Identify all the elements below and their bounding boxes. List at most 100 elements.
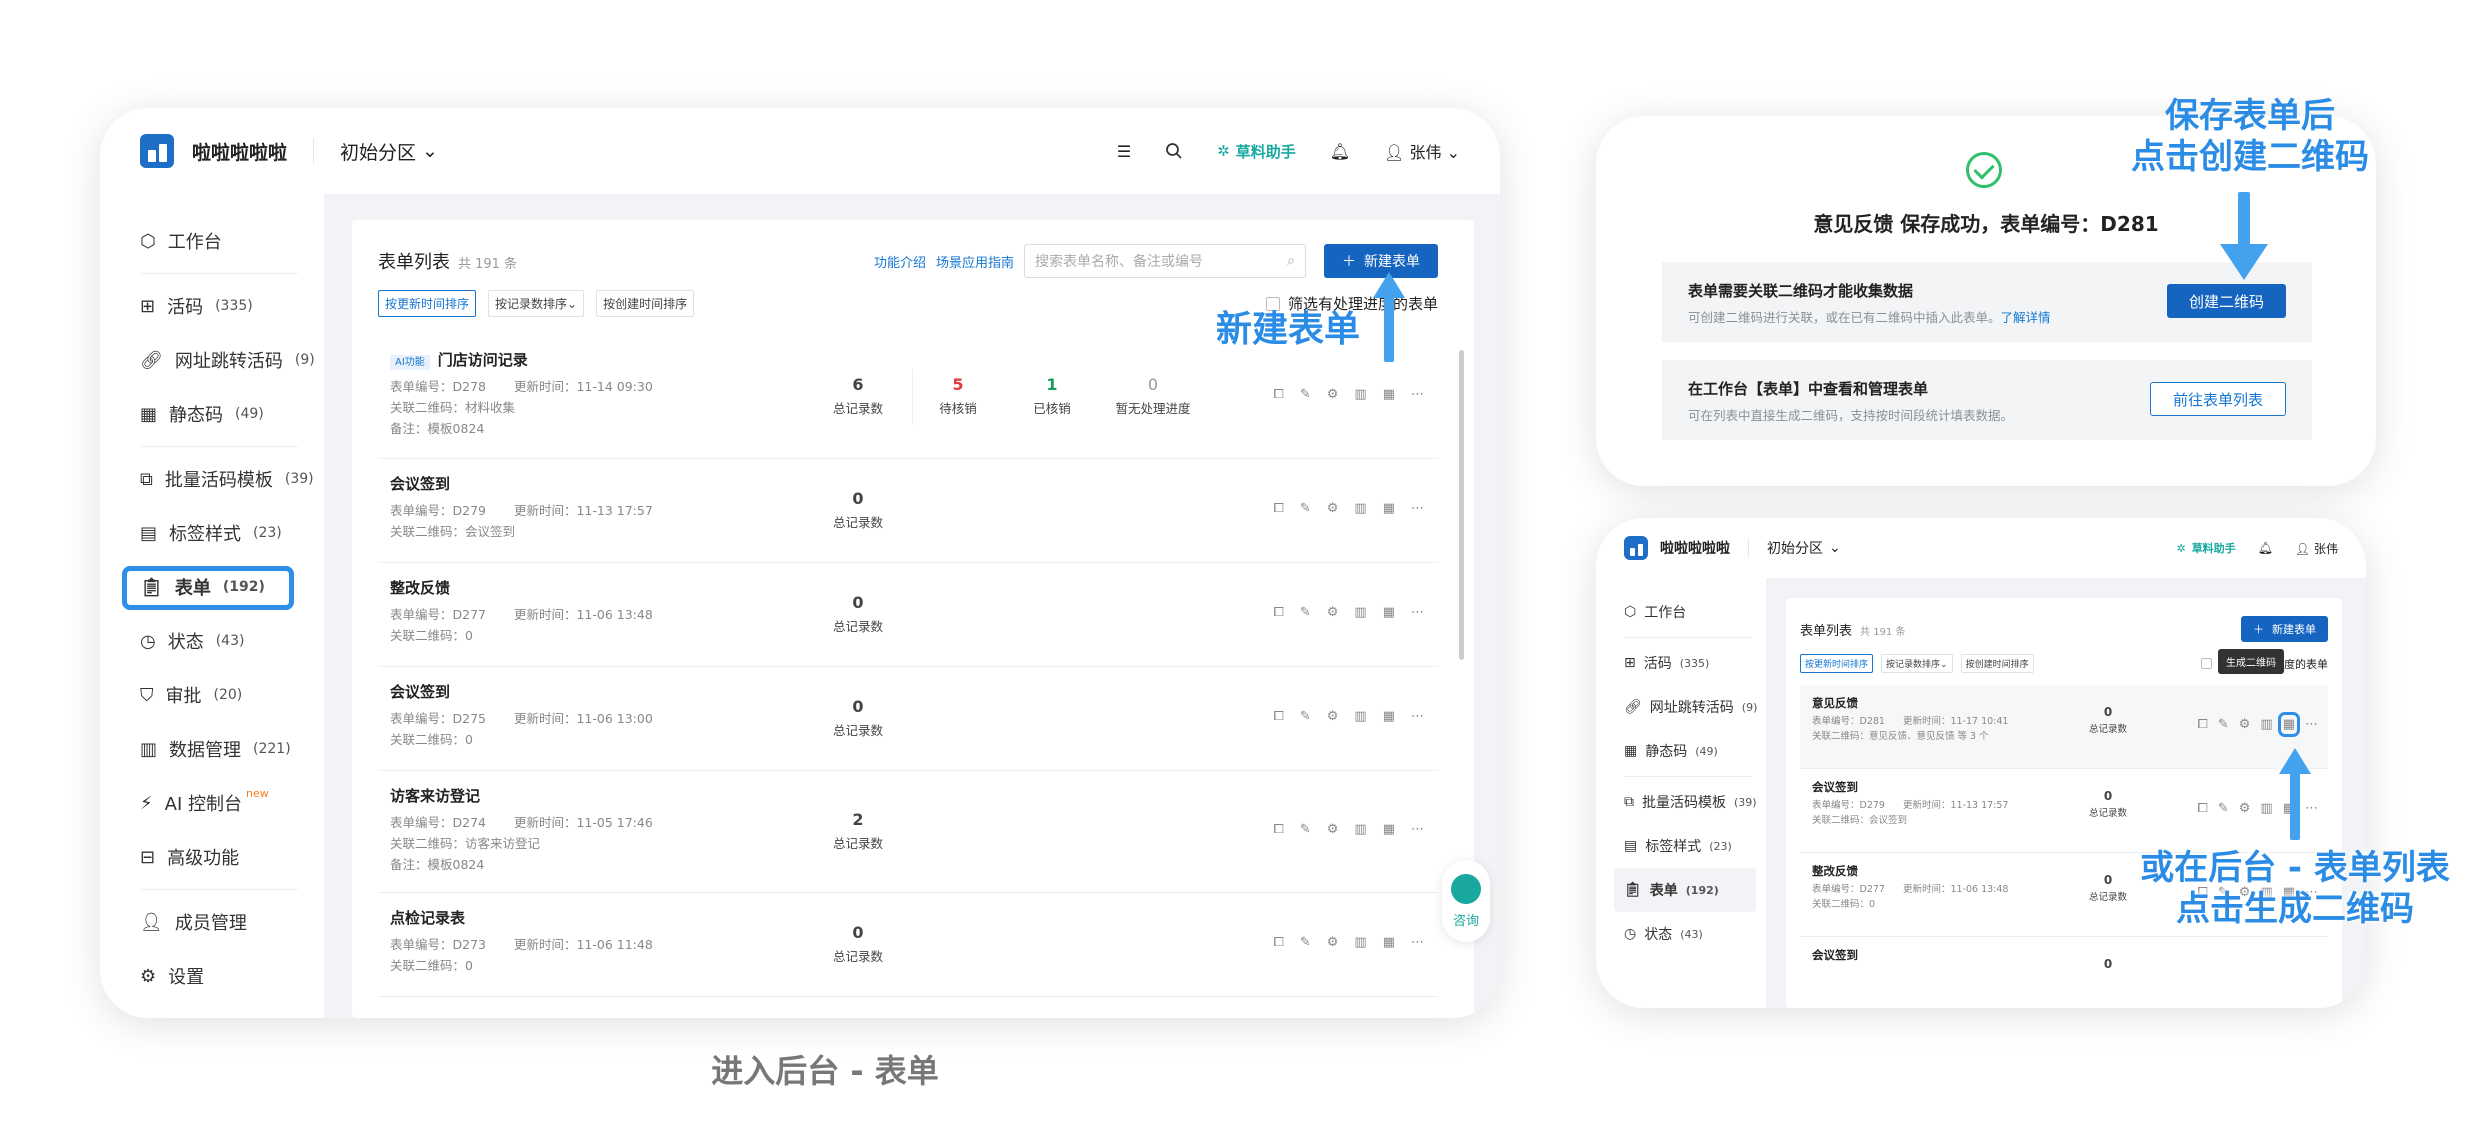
- sidebar-item-url-code[interactable]: 🔗︎ 网址跳转活码 (9): [130, 333, 324, 387]
- assistant-button[interactable]: ✲ 草料助手: [1217, 141, 1296, 162]
- assistant-button[interactable]: ✲ 草料助手: [2176, 540, 2235, 556]
- table-row[interactable]: AI功能 门店访问记录 表单编号：D278 更新时间：11-14 09:30 关联二…: [378, 335, 1438, 459]
- stats-icon[interactable]: ▥: [1354, 501, 1366, 516]
- sort-by-count-button[interactable]: 按记录数排序⌄: [488, 290, 585, 317]
- search-input[interactable]: 搜索表单名称、备注或编号 ⌕: [1024, 244, 1306, 278]
- learn-more-link[interactable]: 了解详情: [2001, 310, 2051, 325]
- filter-checkbox[interactable]: [2201, 658, 2212, 669]
- sort-by-update-button[interactable]: 按更新时间排序: [378, 290, 477, 317]
- qr-code-icon[interactable]: ▦: [1383, 709, 1395, 724]
- sort-by-created-button[interactable]: 按创建时间排序: [1960, 654, 2034, 673]
- edit-icon[interactable]: ✎: [1300, 709, 1311, 724]
- settings-icon[interactable]: ⚙︎: [1327, 501, 1339, 516]
- sidebar-item-url-code[interactable]: 🔗︎ 网址跳转活码 (9): [1614, 685, 1766, 729]
- go-to-list-button[interactable]: 前往表单列表: [2149, 382, 2286, 416]
- stats-icon[interactable]: ▥: [2260, 801, 2272, 816]
- scrollbar[interactable]: [1459, 350, 1464, 660]
- preview-icon[interactable]: ⧠: [1273, 387, 1283, 402]
- qr-code-icon[interactable]: ▦: [1383, 822, 1395, 837]
- table-row[interactable]: 会议签到 表单编号：D279 更新时间：11-13 17:57 关联二维码：会议签…: [1800, 769, 2328, 853]
- sidebar-item-batch-template[interactable]: ⧉ 批量活码模板 (39): [1614, 780, 1766, 824]
- edit-icon[interactable]: ✎: [1300, 387, 1311, 402]
- settings-icon[interactable]: ⚙︎: [2239, 717, 2251, 732]
- table-row[interactable]: 点检记录表 表单编号：D273 更新时间：11-06 11:48 关联二维码：0 …: [378, 893, 1438, 997]
- sidebar-item-label-style[interactable]: ▤ 标签样式 (23): [1614, 824, 1766, 868]
- more-icon[interactable]: ⋯: [2305, 717, 2318, 732]
- user-menu[interactable]: 👤︎ 张伟 ⌄: [1384, 139, 1460, 163]
- preview-icon[interactable]: ⧠: [1273, 605, 1283, 620]
- sidebar-item-static-code[interactable]: ▦ 静态码 (49): [1614, 729, 1766, 773]
- settings-icon[interactable]: ⚙︎: [2239, 801, 2251, 816]
- qr-code-icon[interactable]: ▦: [1383, 501, 1395, 516]
- settings-icon[interactable]: ⚙︎: [1327, 822, 1339, 837]
- sort-by-count-button[interactable]: 按记录数排序⌄: [1881, 654, 1953, 673]
- more-icon[interactable]: ⋯: [1411, 709, 1424, 724]
- preview-icon[interactable]: ⧠: [2197, 717, 2207, 732]
- more-icon[interactable]: ⋯: [1411, 935, 1424, 950]
- menu-icon[interactable]: ☰: [1117, 142, 1131, 161]
- table-row[interactable]: 会议签到 0: [1800, 937, 2328, 1008]
- stats-icon[interactable]: ▥: [1354, 935, 1366, 950]
- more-icon[interactable]: ⋯: [1411, 605, 1424, 620]
- table-row[interactable]: 意见反馈 表单编号：D281 更新时间：11-17 10:41 关联二维码：意见反…: [1800, 649, 2328, 769]
- new-form-button[interactable]: ＋ 新建表单: [2241, 616, 2328, 642]
- more-icon[interactable]: ⋯: [1411, 387, 1424, 402]
- stats-icon[interactable]: ▥: [1354, 709, 1366, 724]
- preview-icon[interactable]: ⧠: [1273, 501, 1283, 516]
- preview-icon[interactable]: ⧠: [1273, 709, 1283, 724]
- edit-icon[interactable]: ✎: [2218, 717, 2229, 732]
- stats-icon[interactable]: ▥: [1354, 605, 1366, 620]
- table-row[interactable]: 访客来访登记 表单编号：D274 更新时间：11-05 17:46 关联二维码：访…: [378, 771, 1438, 893]
- consult-button[interactable]: 咨询: [1442, 860, 1490, 942]
- table-row[interactable]: 会议签到 表单编号：D275 更新时间：11-06 13:00 关联二维码：0 0…: [378, 667, 1438, 771]
- preview-icon[interactable]: ⧠: [1273, 935, 1283, 950]
- generate-qr-icon[interactable]: ▦: [2277, 711, 2301, 737]
- edit-icon[interactable]: ✎: [1300, 605, 1311, 620]
- settings-icon[interactable]: ⚙︎: [1327, 387, 1339, 402]
- sidebar-item-status[interactable]: ◷ 状态 (43): [130, 614, 324, 668]
- user-menu[interactable]: 👤︎ 张伟: [2295, 540, 2338, 557]
- sidebar-item-ai-console[interactable]: ⚡︎ AI 控制台 new: [130, 776, 324, 830]
- settings-icon[interactable]: ⚙︎: [1327, 605, 1339, 620]
- more-icon[interactable]: ⋯: [1411, 501, 1424, 516]
- search-icon[interactable]: [1165, 142, 1183, 160]
- preview-icon[interactable]: ⧠: [1273, 822, 1283, 837]
- settings-icon[interactable]: ⚙︎: [1327, 935, 1339, 950]
- sidebar-item-live-code[interactable]: ⊞ 活码 (335): [1614, 641, 1766, 685]
- sidebar-item-status[interactable]: ◷ 状态 (43): [1614, 912, 1766, 956]
- edit-icon[interactable]: ✎: [1300, 501, 1311, 516]
- qr-code-icon[interactable]: ▦: [1383, 387, 1395, 402]
- edit-icon[interactable]: ✎: [2218, 801, 2229, 816]
- intro-link[interactable]: 功能介绍: [874, 252, 926, 271]
- qr-code-icon[interactable]: ▦: [1383, 935, 1395, 950]
- zone-selector[interactable]: 初始分区 ⌄: [1767, 538, 1841, 558]
- sidebar-item-forms[interactable]: 📋︎ 表单 (192): [122, 560, 324, 614]
- more-icon[interactable]: ⋯: [1411, 822, 1424, 837]
- bell-icon[interactable]: 🔔︎: [1330, 142, 1350, 161]
- edit-icon[interactable]: ✎: [1300, 822, 1311, 837]
- sidebar-item-label-style[interactable]: ▤ 标签样式 (23): [130, 506, 324, 560]
- sidebar-item-members[interactable]: 👤︎ 成员管理: [130, 895, 324, 949]
- stats-icon[interactable]: ▥: [1354, 822, 1366, 837]
- sidebar-item-workbench[interactable]: ⬡ 工作台: [1614, 590, 1766, 634]
- settings-icon[interactable]: ⚙︎: [1327, 709, 1339, 724]
- bell-icon[interactable]: 🔔︎: [2258, 541, 2273, 555]
- table-row[interactable]: 整改反馈 表单编号：D277 更新时间：11-06 13:48 关联二维码：0 0…: [378, 563, 1438, 667]
- preview-icon[interactable]: ⧠: [2197, 801, 2207, 816]
- stats-icon[interactable]: ▥: [2260, 717, 2272, 732]
- zone-selector[interactable]: 初始分区 ⌄: [340, 138, 438, 165]
- table-row[interactable]: 会议签到 表单编号：D279 更新时间：11-13 17:57 关联二维码：会议签…: [378, 459, 1438, 563]
- sidebar-item-advanced[interactable]: ⊟ 高级功能: [130, 830, 324, 884]
- sidebar-item-live-code[interactable]: ⊞ 活码 (335): [130, 279, 324, 333]
- sidebar-item-forms[interactable]: 📋︎ 表单 (192): [1614, 868, 1756, 912]
- sidebar-item-static-code[interactable]: ▦ 静态码 (49): [130, 387, 324, 441]
- sidebar-item-settings[interactable]: ⚙︎ 设置: [130, 949, 324, 1003]
- sort-by-update-button[interactable]: 按更新时间排序: [1800, 654, 1874, 673]
- more-icon[interactable]: ⋯: [2305, 801, 2318, 816]
- sidebar-item-workbench[interactable]: ⬡ 工作台: [130, 214, 324, 268]
- sidebar-item-data[interactable]: ▥ 数据管理 (221): [130, 722, 324, 776]
- guide-link[interactable]: 场景应用指南: [936, 252, 1014, 271]
- create-qr-button[interactable]: 创建二维码: [2166, 284, 2286, 318]
- qr-code-icon[interactable]: ▦: [1383, 605, 1395, 620]
- stats-icon[interactable]: ▥: [1354, 387, 1366, 402]
